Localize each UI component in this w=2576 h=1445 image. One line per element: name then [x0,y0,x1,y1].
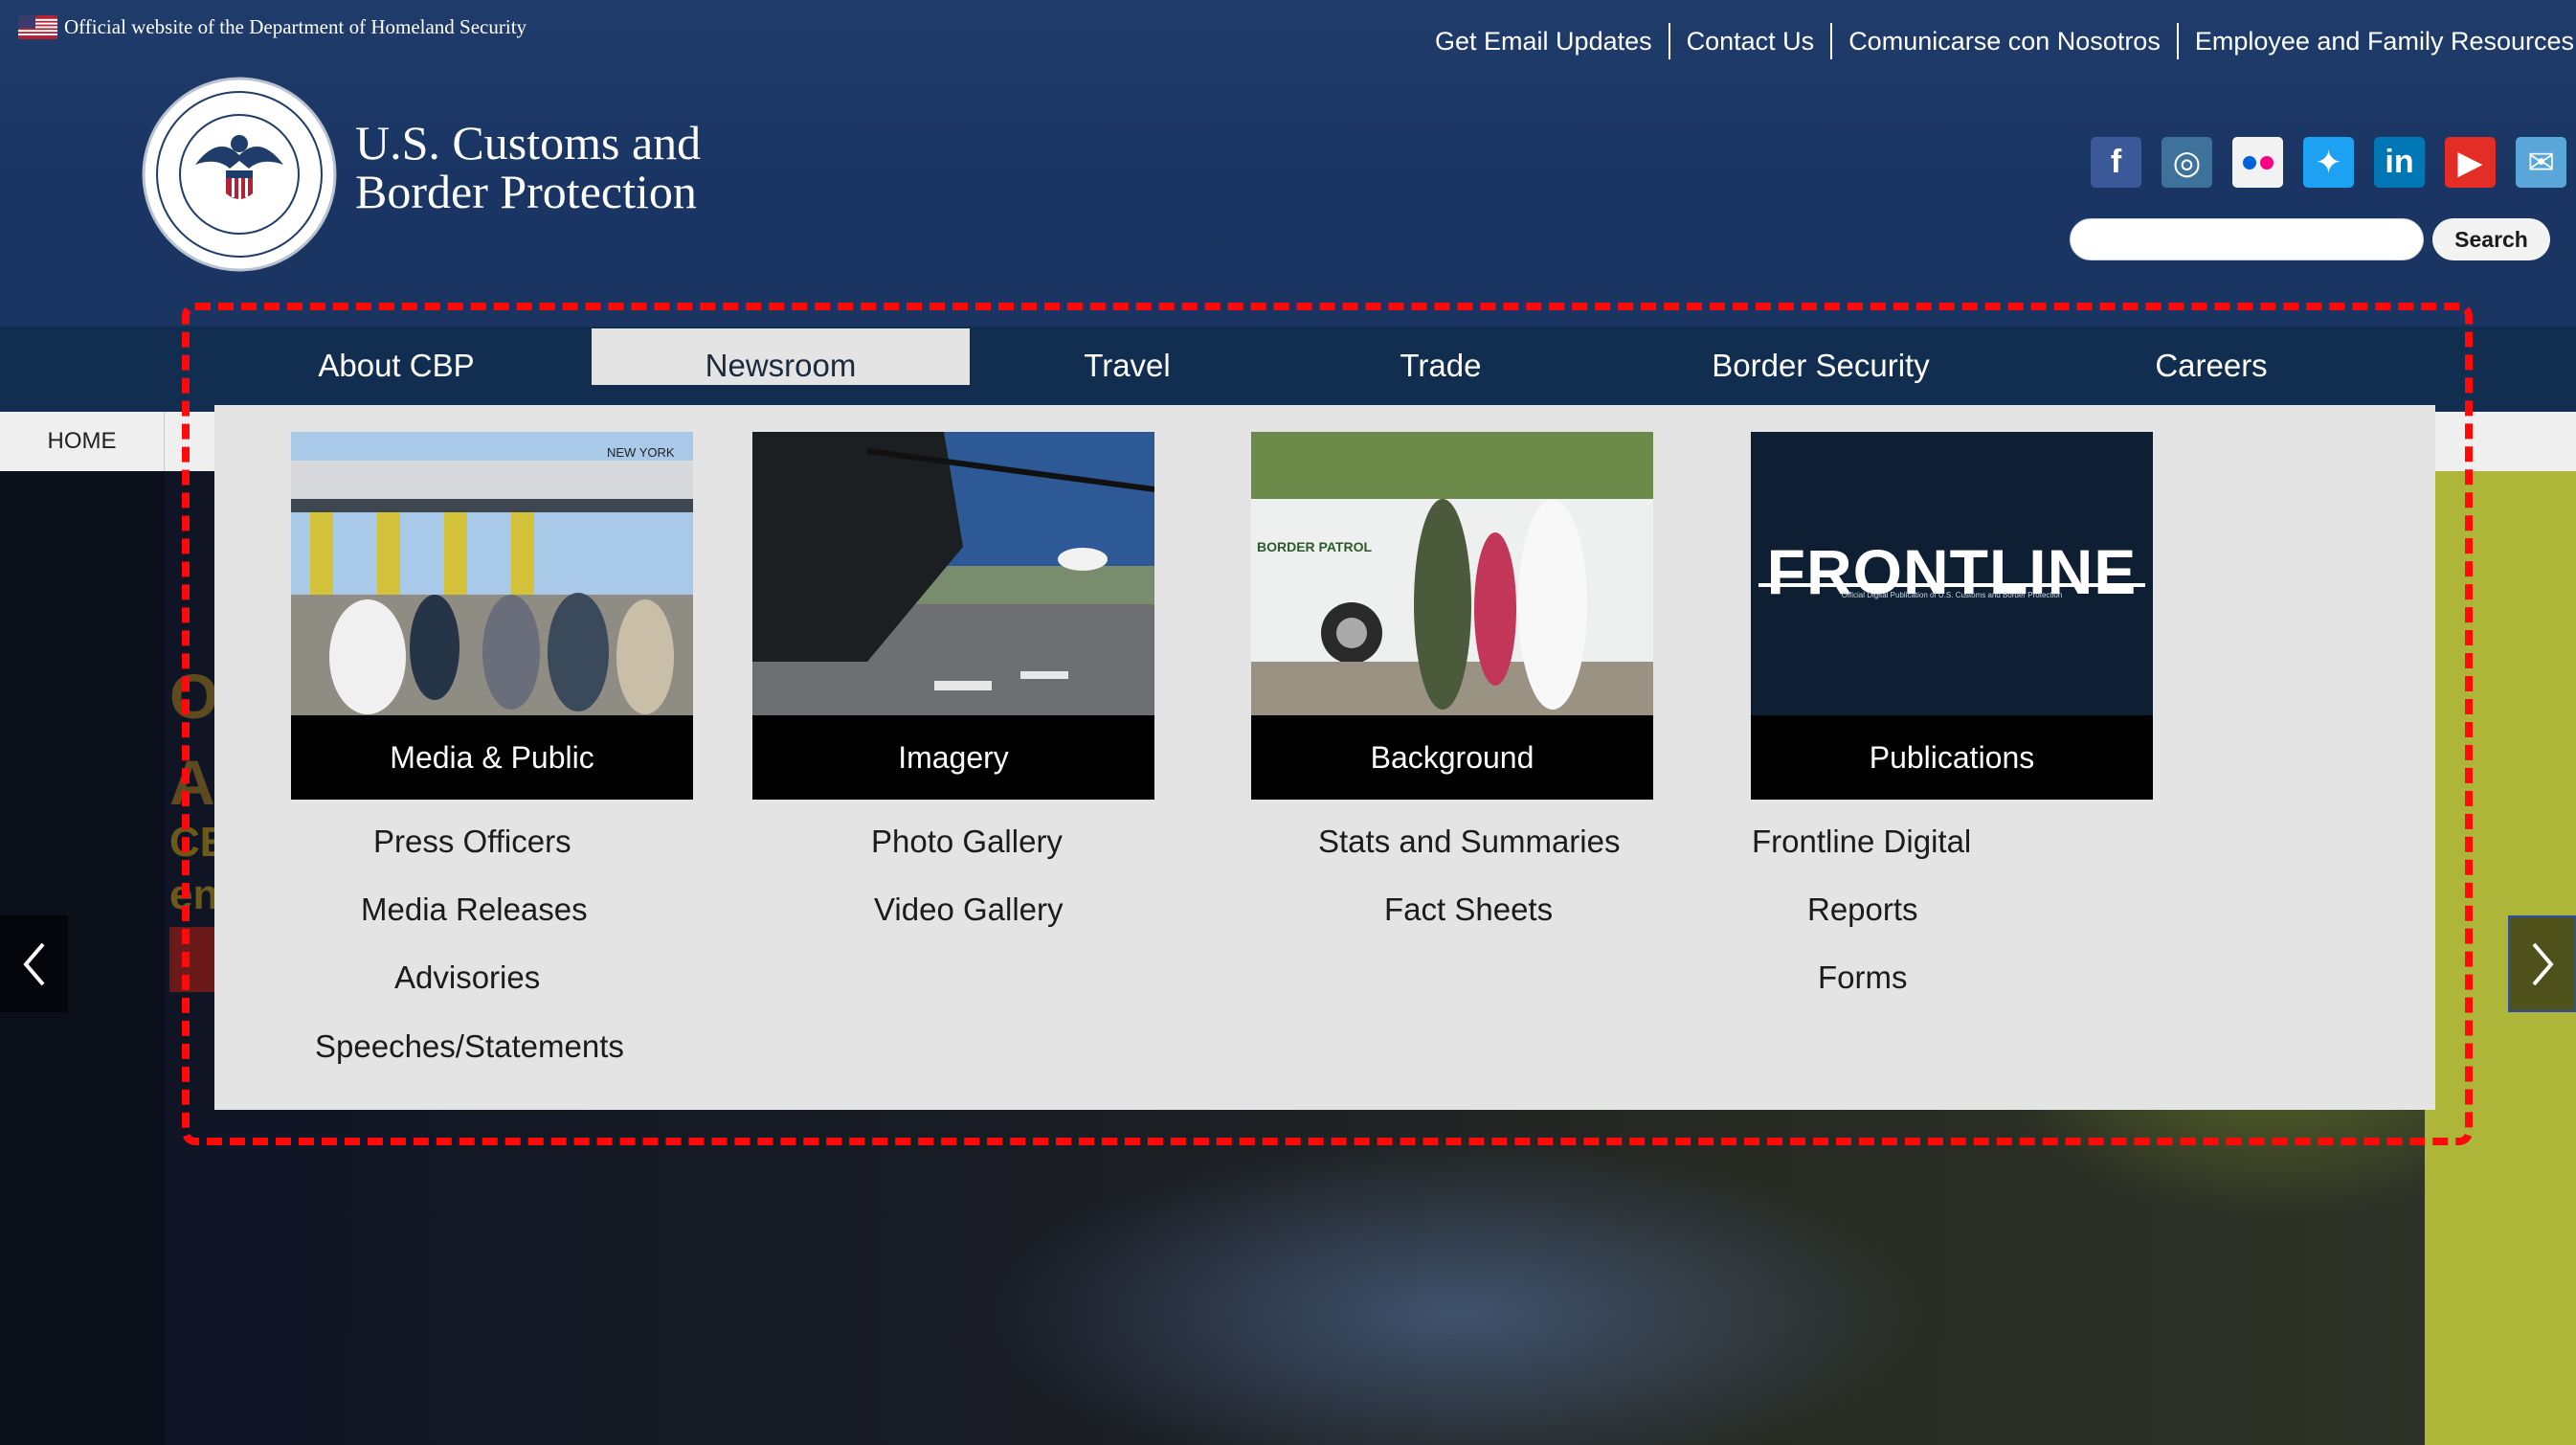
site-name-line2: Border Protection [355,165,697,218]
card-imagery[interactable]: Imagery [752,432,1154,800]
carousel-prev-button[interactable] [0,915,68,1012]
video-gallery-link[interactable]: Video Gallery [874,889,1064,931]
toll-sign-text: NEW YORK [607,445,675,460]
photo-gallery-link[interactable]: Photo Gallery [871,821,1063,863]
card-caption: Imagery [752,715,1154,800]
nav-careers[interactable]: Careers [2087,327,2336,384]
media-public-photo: NEW YORK [291,432,693,715]
nav-trade[interactable]: Trade [1345,327,1536,384]
hero-title: O A [169,661,219,818]
card-background[interactable]: BORDER PATROL Background [1251,432,1653,800]
frontline-tagline: Official Digital Publication of U.S. Cus… [1841,591,2063,599]
forms-link[interactable]: Forms [1818,957,1908,999]
card-media-public[interactable]: NEW YORK Media & Public [291,432,693,800]
twitter-icon[interactable]: ✦ [2303,137,2354,188]
youtube-icon[interactable]: ▶ [2445,137,2496,188]
employee-resources-link[interactable]: Employee and Family Resources [2176,23,2576,59]
nav-border-security[interactable]: Border Security [1658,327,1983,384]
chevron-left-icon [22,942,45,985]
official-banner-text: Official website of the Department of Ho… [64,14,527,38]
carousel-next-button[interactable] [2508,915,2576,1012]
imagery-photo [752,432,1154,715]
reports-link[interactable]: Reports [1807,889,1918,931]
instagram-icon[interactable]: ◎ [2162,137,2212,188]
us-flag-icon [18,14,57,39]
speeches-statements-link[interactable]: Speeches/Statements [315,1026,624,1068]
search-button[interactable]: Search [2432,218,2550,260]
card-caption: Media & Public [291,715,693,800]
nav-travel[interactable]: Travel [1034,327,1221,384]
media-releases-link[interactable]: Media Releases [361,889,588,931]
card-publications[interactable]: FRONTLINE Official Digital Publication o… [1751,432,2153,800]
site-header: Official website of the Department of Ho… [0,0,2576,327]
search-input[interactable] [2070,218,2424,260]
newsroom-mega-menu: NEW YORK Media & Public Imagery BORDER P… [214,405,2435,1110]
nav-newsroom[interactable]: Newsroom [592,328,970,385]
spanish-contact-link[interactable]: Comunicarse con Nosotros [1830,23,2177,59]
vehicle-text: BORDER PATROL [1257,539,1372,554]
stats-summaries-link[interactable]: Stats and Summaries [1318,821,1620,863]
card-caption: Publications [1751,715,2153,800]
cbp-seal-logo[interactable] [142,77,337,272]
flickr-icon[interactable] [2232,137,2283,188]
frontline-digital-link[interactable]: Frontline Digital [1752,821,1971,863]
official-banner: Official website of the Department of Ho… [18,13,526,40]
hero-cta-button[interactable] [169,927,215,992]
advisories-link[interactable]: Advisories [394,957,540,999]
breadcrumb-home[interactable]: HOME [0,412,165,471]
chevron-right-icon [2531,942,2554,985]
utility-links: Get Email Updates Contact Us Comunicarse… [1419,23,2576,59]
nav-about-cbp[interactable]: About CBP [262,327,530,384]
site-name[interactable]: U.S. Customs and Border Protection [355,119,701,216]
card-caption: Background [1251,715,1653,800]
linkedin-icon[interactable]: in [2374,137,2425,188]
email-icon[interactable]: ✉ [2516,137,2566,188]
social-icons: f ◎ ✦ in ▶ ✉ [2091,137,2566,188]
facebook-icon[interactable]: f [2091,137,2141,188]
background-photo: BORDER PATROL [1251,432,1653,715]
fact-sheets-link[interactable]: Fact Sheets [1384,889,1553,931]
contact-us-link[interactable]: Contact Us [1668,23,1831,59]
email-updates-link[interactable]: Get Email Updates [1419,23,1669,59]
site-name-line1: U.S. Customs and [355,116,702,169]
frontline-cover: FRONTLINE Official Digital Publication o… [1751,432,2153,715]
press-officers-link[interactable]: Press Officers [373,821,571,863]
